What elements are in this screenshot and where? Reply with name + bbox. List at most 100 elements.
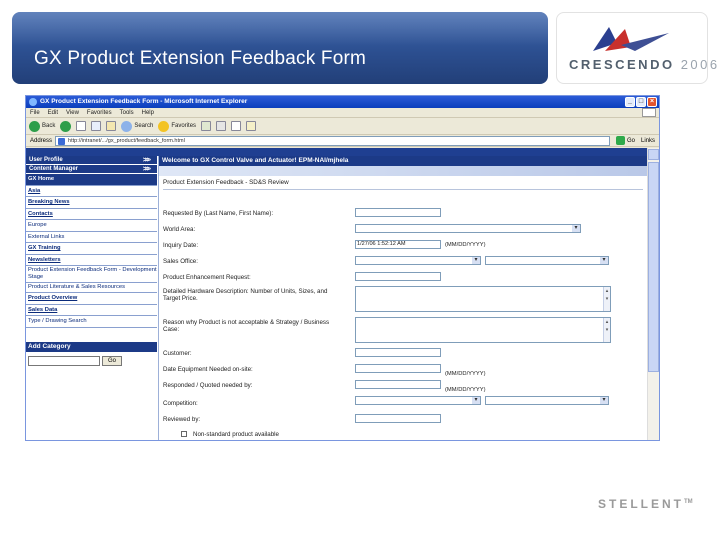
inquiry-date-input[interactable]: 1/27/06 1:52:12 AM <box>355 240 441 249</box>
chevron-right-icon: >>> <box>142 166 151 173</box>
reviewed-by-input[interactable] <box>355 414 441 423</box>
logo-name: CRESCENDO <box>569 57 675 72</box>
sidebar-item-newsletters[interactable]: Newsletters <box>26 254 157 266</box>
go-button[interactable]: Go <box>613 136 638 145</box>
world-area-select[interactable] <box>355 224 581 233</box>
non-standard-checkbox[interactable] <box>181 431 187 437</box>
sidebar-item-gx-training[interactable]: GX Training <box>26 243 157 255</box>
user-profile-link[interactable]: User Profile >>> <box>26 156 157 165</box>
sidebar-item-asia[interactable]: Asia <box>26 185 157 197</box>
textarea-scrollbar[interactable]: ▴ ▾ <box>603 318 610 342</box>
world-area-label: World Area: <box>163 226 196 233</box>
responded-input[interactable] <box>355 380 441 389</box>
search-icon <box>121 120 133 132</box>
competition-select-2[interactable] <box>485 396 609 405</box>
close-button[interactable]: × <box>647 97 657 107</box>
sidebar-item-feedback-form[interactable]: Product Extension Feedback Form - Develo… <box>26 266 157 283</box>
sidebar-item-contacts[interactable]: Contacts <box>26 208 157 220</box>
back-button[interactable]: Back <box>29 120 55 132</box>
menu-help[interactable]: Help <box>142 108 154 117</box>
stop-button[interactable] <box>76 121 87 131</box>
search-button[interactable]: Search <box>121 120 153 132</box>
chevron-right-icon: >>> <box>142 157 151 164</box>
customer-label: Customer: <box>163 350 192 357</box>
mail-button[interactable] <box>216 121 227 131</box>
reason-label: Reason why Product is not acceptable & S… <box>163 319 330 333</box>
scroll-up-arrow-icon[interactable] <box>648 149 659 160</box>
maximize-button[interactable]: □ <box>636 97 646 107</box>
sidebar: User Profile >>> Content Manager >>> GX Ho… <box>26 156 157 440</box>
category-input[interactable] <box>28 355 100 366</box>
requested-by-label: Requested By (Last Name, First Name): <box>163 210 274 217</box>
minimize-button[interactable]: _ <box>625 97 635 107</box>
sidebar-item-europe[interactable]: Europe <box>26 220 157 232</box>
star-icon <box>158 120 170 132</box>
edit-button[interactable] <box>246 121 257 131</box>
inquiry-date-format: (MM/DD/YYYY) <box>445 242 486 248</box>
scroll-thumb[interactable] <box>648 162 659 372</box>
date-needed-label: Date Equipment Needed on-site: <box>163 366 253 373</box>
reason-textarea[interactable]: ▴ ▾ <box>355 317 611 343</box>
sidebar-item-literature[interactable]: Product Literature & Sales Resources <box>26 283 157 293</box>
sidebar-item-external-links[interactable]: External Links <box>26 231 157 243</box>
sidebar-item-breaking-news[interactable]: Breaking News <box>26 197 157 209</box>
inquiry-date-label: Inquiry Date: <box>163 242 199 249</box>
menu-view[interactable]: View <box>66 108 79 117</box>
slide-title-bar: GX Product Extension Feedback Form <box>12 12 548 84</box>
browser-window: GX Product Extension Feedback Form - Mic… <box>25 95 660 441</box>
menu-file[interactable]: File <box>30 108 40 117</box>
menu-edit[interactable]: Edit <box>48 108 58 117</box>
responded-label: Responded / Quoted needed by: <box>163 382 253 389</box>
sidebar-item-gx-home[interactable]: GX Home <box>26 174 157 186</box>
print-button[interactable] <box>231 121 242 131</box>
product-enhancement-input[interactable] <box>355 272 441 281</box>
date-needed-format: (MM/DD/YYYY) <box>445 371 486 377</box>
sales-office-select-2[interactable] <box>485 256 609 265</box>
crescendo-logo: CRESCENDO 2006 <box>556 12 717 84</box>
browser-titlebar: GX Product Extension Feedback Form - Mic… <box>26 96 659 108</box>
welcome-banner: Welcome to GX Control Valve and Actuator… <box>159 156 649 166</box>
crescendo-mark-icon <box>593 27 669 51</box>
textarea-scrollbar[interactable]: ▴ ▾ <box>603 287 610 311</box>
form-title: Product Extension Feedback - SD&S Review <box>163 178 643 190</box>
favorites-button[interactable]: Favorites <box>158 120 196 132</box>
competition-select-1[interactable] <box>355 396 481 405</box>
menu-favorites[interactable]: Favorites <box>87 108 112 117</box>
add-category-heading: Add Category <box>26 341 157 352</box>
category-go-button[interactable]: Go <box>102 355 122 366</box>
back-arrow-icon <box>29 120 40 132</box>
history-button[interactable] <box>201 121 212 131</box>
detailed-description-label: Detailed Hardware Description: Number of… <box>163 288 328 302</box>
ie-icon <box>29 98 37 106</box>
customer-input[interactable] <box>355 348 441 357</box>
menu-tools[interactable]: Tools <box>120 108 134 117</box>
slide-title: GX Product Extension Feedback Form <box>34 48 367 69</box>
content-manager-link[interactable]: Content Manager >>> <box>26 165 157 174</box>
logo-year: 2006 <box>680 57 720 72</box>
sidebar-item-drawing-search[interactable]: Type / Drawing Search <box>26 316 157 328</box>
page-icon <box>58 137 66 145</box>
browser-toolbar: Back Search Favorites <box>26 118 659 135</box>
address-input[interactable]: http://intranet/.../gx_product/feedback_… <box>55 135 610 146</box>
address-bar: Address http://intranet/.../gx_product/f… <box>26 135 659 147</box>
requested-by-input[interactable] <box>355 208 441 217</box>
detailed-description-textarea[interactable]: ▴ ▾ <box>355 286 611 312</box>
sidebar-item-product-overview[interactable]: Product Overview <box>26 293 157 305</box>
browser-scrollbar[interactable] <box>647 148 659 440</box>
non-standard-label: Non-standard product available <box>193 431 279 438</box>
sales-office-label: Sales Office: <box>163 258 198 265</box>
competition-label: Competition: <box>163 400 198 407</box>
home-button[interactable] <box>106 121 117 131</box>
sales-office-select-1[interactable] <box>355 256 481 265</box>
forward-button[interactable] <box>60 120 72 132</box>
address-label: Address <box>30 137 53 144</box>
stellent-tm: TM <box>684 499 693 505</box>
refresh-button[interactable] <box>91 121 102 131</box>
main-content: Welcome to GX Control Valve and Actuator… <box>158 156 649 440</box>
date-needed-input[interactable] <box>355 364 441 373</box>
sidebar-item-sales-data[interactable]: Sales Data <box>26 304 157 316</box>
stellent-logo: STELLENTTM <box>598 497 693 511</box>
menu-bar: File Edit View Favorites Tools Help <box>26 108 659 118</box>
links-button[interactable]: Links <box>641 138 659 144</box>
page-top-band <box>26 148 649 156</box>
